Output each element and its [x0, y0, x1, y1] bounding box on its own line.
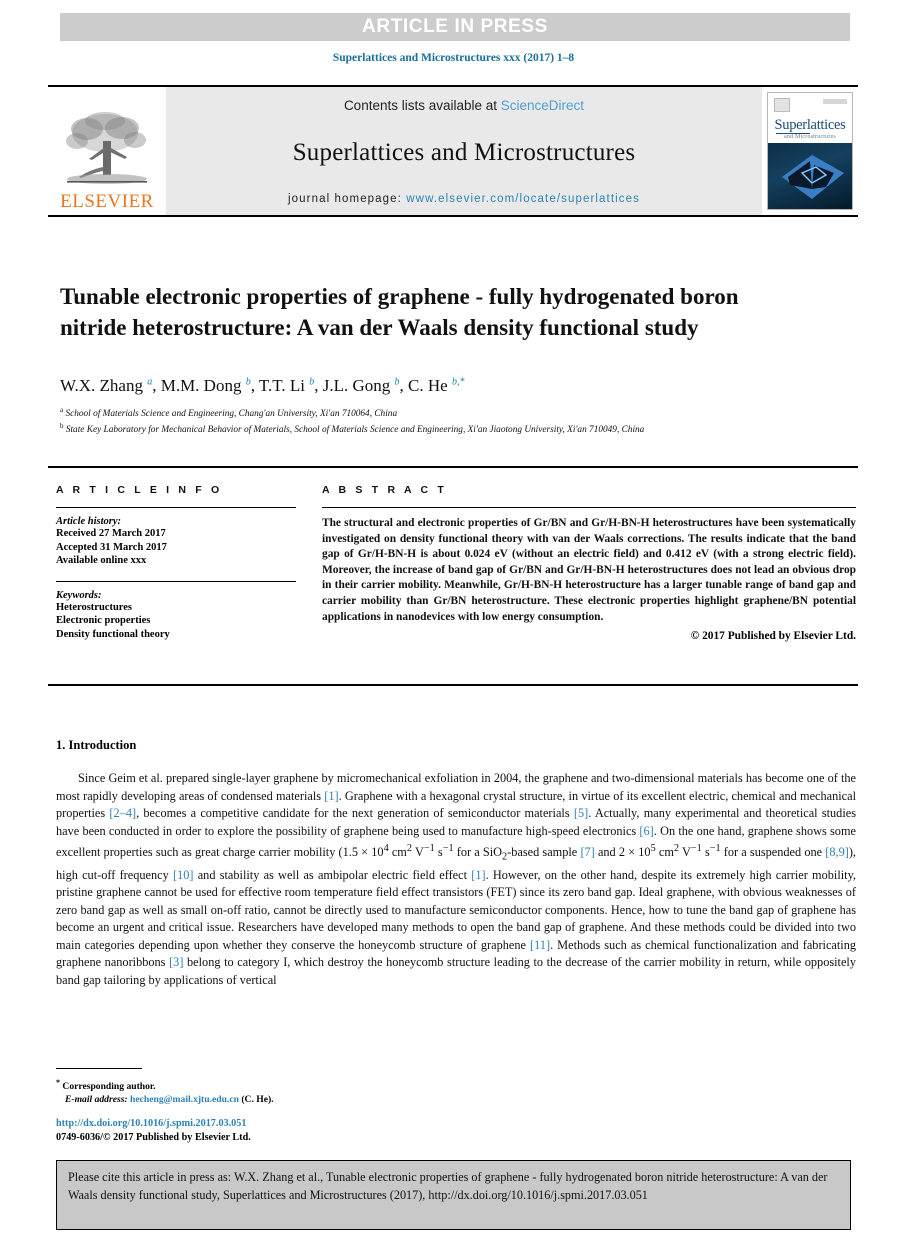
article-info-column: A R T I C L E I N F O Article history: R… [56, 484, 296, 642]
doi-link[interactable]: http://dx.doi.org/10.1016/j.spmi.2017.03… [56, 1118, 246, 1129]
email-suffix: (C. He). [238, 1094, 274, 1106]
journal-masthead: ELSEVIER Contents lists available at Sci… [48, 85, 858, 217]
contents-lists-line: Contents lists available at ScienceDirec… [344, 98, 584, 113]
citation-8-9[interactable]: [8,9] [825, 845, 849, 859]
email-line: E-mail address: hecheng@mail.xjtu.edu.cn… [56, 1093, 556, 1106]
affiliation-a: a School of Materials Science and Engine… [60, 406, 398, 420]
abstract-column: A B S T R A C T The structural and elect… [322, 484, 856, 642]
article-info-heading: A R T I C L E I N F O [56, 484, 223, 496]
abstract-heading: A B S T R A C T [322, 484, 447, 496]
article-history-label: Article history: [56, 516, 122, 527]
affiliation-marker-b3: b [394, 376, 400, 388]
author-list: W.X. Zhang a, M.M. Dong b, T.T. Li b, J.… [60, 376, 465, 395]
homepage-prefix: journal homepage: [288, 193, 407, 205]
citation-2-4[interactable]: [2–4] [109, 806, 136, 820]
cover-artwork [768, 143, 852, 209]
citation-11[interactable]: [11] [530, 938, 550, 952]
introduction-body: Since Geim et al. prepared single-layer … [56, 770, 856, 990]
citation-5[interactable]: [5] [574, 806, 588, 820]
footnote-block: * Corresponding author. E-mail address: … [56, 1076, 556, 1106]
citation-3[interactable]: [3] [169, 955, 183, 969]
affiliation-marker-b4: b,* [451, 376, 465, 388]
introduction-heading: 1. Introduction [56, 738, 137, 752]
page-title: Tunable electronic properties of graphen… [60, 284, 739, 341]
keywords-rule [56, 580, 296, 582]
citation-1[interactable]: [1] [324, 789, 338, 803]
history-available-online: Available online xxx [56, 555, 147, 567]
abstract-rule [322, 507, 856, 508]
cover-lattice-graphic [782, 155, 844, 199]
issn-copyright-line: 0749-6036/© 2017 Published by Elsevier L… [56, 1132, 251, 1143]
journal-homepage-line: journal homepage: www.elsevier.com/locat… [288, 193, 640, 205]
keyword-item-3: Density functional theory [56, 628, 170, 640]
sciencedirect-link[interactable]: ScienceDirect [501, 98, 584, 113]
affiliation-marker-b1: b [245, 376, 251, 388]
article-page: ARTICLE IN PRESS Superlattices and Micro… [0, 0, 907, 1238]
article-in-press-banner: ARTICLE IN PRESS [60, 13, 850, 41]
affiliation-a-text: School of Materials Science and Engineer… [65, 409, 398, 420]
cite-text: Please cite this article in press as: W.… [68, 1170, 828, 1202]
abstract-copyright: © 2017 Published by Elsevier Ltd. [690, 630, 856, 643]
info-section-top-rule [48, 466, 858, 468]
footnote-rule [56, 1068, 142, 1069]
affiliation-marker-b2: b [309, 376, 315, 388]
email-link[interactable]: hecheng@mail.xjtu.edu.cn [130, 1094, 239, 1105]
history-received: Received 27 March 2017 [56, 528, 166, 539]
contents-prefix: Contents lists available at [343, 98, 501, 113]
article-info-rule [56, 507, 296, 508]
cover-logo-icon [774, 98, 790, 112]
journal-homepage-link[interactable]: www.elsevier.com/locate/superlattices [406, 193, 640, 205]
affiliation-marker-a: a [147, 376, 153, 388]
journal-title: Superlattices and Microstructures [292, 139, 636, 166]
cover-title: Superlattices [774, 117, 846, 133]
history-accepted: Accepted 31 March 2017 [56, 541, 167, 553]
masthead-center: Contents lists available at ScienceDirec… [166, 87, 762, 215]
corresponding-author-note: * Corresponding author. [56, 1076, 556, 1093]
keywords-label: Keywords: [56, 589, 102, 601]
keyword-item-1: Heterostructures [56, 601, 133, 613]
elsevier-logo: ELSEVIER [48, 87, 166, 215]
elsevier-tree-icon [66, 112, 147, 184]
cite-this-article-box: Please cite this article in press as: W.… [56, 1160, 851, 1230]
citation-7[interactable]: [7] [580, 845, 594, 859]
journal-cover-thumbnail: Superlattices and Microstructures [767, 92, 853, 210]
affiliation-b-text: State Key Laboratory for Mechanical Beha… [65, 425, 645, 436]
affiliations: a School of Materials Science and Engine… [60, 404, 850, 437]
journal-reference-line: Superlattices and Microstructures xxx (2… [332, 52, 575, 64]
citation-6[interactable]: [6] [639, 824, 653, 838]
asterisk-icon: * [56, 1078, 60, 1087]
citation-1b[interactable]: [1] [471, 868, 485, 882]
keyword-item-2: Electronic properties [56, 615, 151, 627]
abstract-body: The structural and electronic properties… [322, 517, 856, 623]
doi-block: http://dx.doi.org/10.1016/j.spmi.2017.03… [56, 1117, 556, 1145]
article-in-press-label: ARTICLE IN PRESS [362, 16, 548, 37]
journal-cover-cell: Superlattices and Microstructures [762, 87, 858, 215]
elsevier-wordmark: ELSEVIER [60, 191, 154, 212]
citation-10[interactable]: [10] [173, 868, 194, 882]
corresponding-author-text: Corresponding author. [62, 1081, 156, 1093]
introduction-paragraph: Since Geim et al. prepared single-layer … [56, 771, 857, 988]
info-section-bottom-rule [48, 684, 858, 686]
cover-subtitle: and Microstructures [784, 134, 836, 140]
email-label: E-mail address: [65, 1094, 128, 1106]
cover-header-mark [823, 99, 847, 104]
affiliation-b: b State Key Laboratory for Mechanical Be… [60, 422, 645, 436]
